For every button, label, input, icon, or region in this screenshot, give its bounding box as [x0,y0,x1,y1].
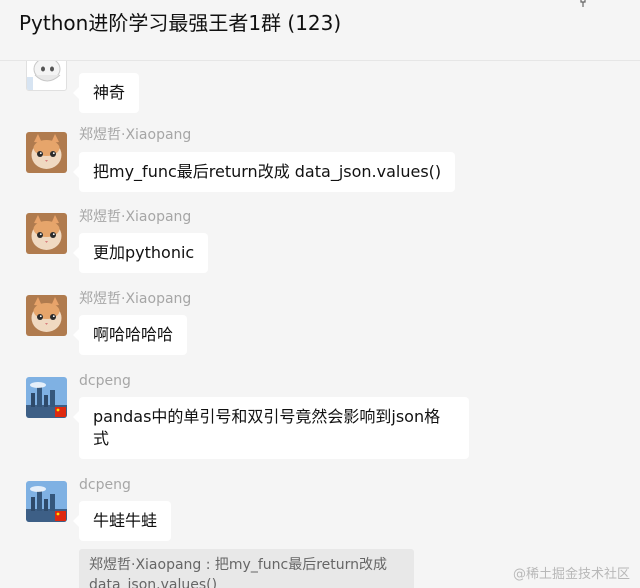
message-list[interactable]: 神奇 郑煜哲·Xiaopang 把my_func最后return改成 data_… [0,61,640,588]
cat-avatar [26,132,67,173]
message-bubble[interactable]: 把my_func最后return改成 data_json.values() [72,152,456,192]
sender-name: 郑煜哲·Xiaopang [79,127,192,143]
quoted-text: 郑煜哲·Xiaopang : 把my_func最后return改成 data_j… [89,557,388,588]
message-text: pandas中的单引号和双引号竟然会影响到json格式 [93,407,441,448]
city-avatar [26,481,67,522]
cat-avatar [26,213,67,254]
message-text: 把my_func最后return改成 data_json.values() [93,162,442,181]
message-bubble[interactable]: 牛蛙牛蛙 [72,501,172,541]
watermark: @稀土掘金技术社区 [512,567,630,582]
avatar[interactable] [26,213,67,254]
avatar[interactable] [26,377,67,418]
avatar[interactable] [26,132,67,173]
message-bubble[interactable]: pandas中的单引号和双引号竟然会影响到json格式 [73,397,469,459]
chat-header: Python进阶学习最强王者1群 (123) [0,0,640,61]
avatar[interactable] [26,61,67,91]
message-text: 牛蛙牛蛙 [93,511,158,530]
cartoon-sticker-avatar [27,61,61,90]
sender-name: 郑煜哲·Xiaopang [79,209,192,225]
china-flag-badge [55,511,66,521]
china-flag-badge [55,407,66,417]
sender-name: dcpeng [79,477,131,493]
avatar[interactable] [26,295,67,336]
message-bubble[interactable]: 神奇 [72,73,140,113]
quoted-reply[interactable]: 郑煜哲·Xiaopang : 把my_func最后return改成 data_j… [79,549,414,588]
message-text: 神奇 [93,83,126,102]
message-bubble[interactable]: 更加pythonic [72,233,209,273]
pin-icon[interactable] [575,0,591,8]
message-bubble[interactable]: 啊哈哈哈哈 [72,315,188,355]
cat-avatar [26,295,67,336]
message-text: 更加pythonic [93,243,195,262]
avatar[interactable] [26,481,67,522]
city-avatar [26,377,67,418]
chat-title: Python进阶学习最强王者1群 (123) [19,11,342,35]
sender-name: dcpeng [79,373,131,389]
sender-name: 郑煜哲·Xiaopang [79,291,192,307]
message-text: 啊哈哈哈哈 [93,325,174,344]
